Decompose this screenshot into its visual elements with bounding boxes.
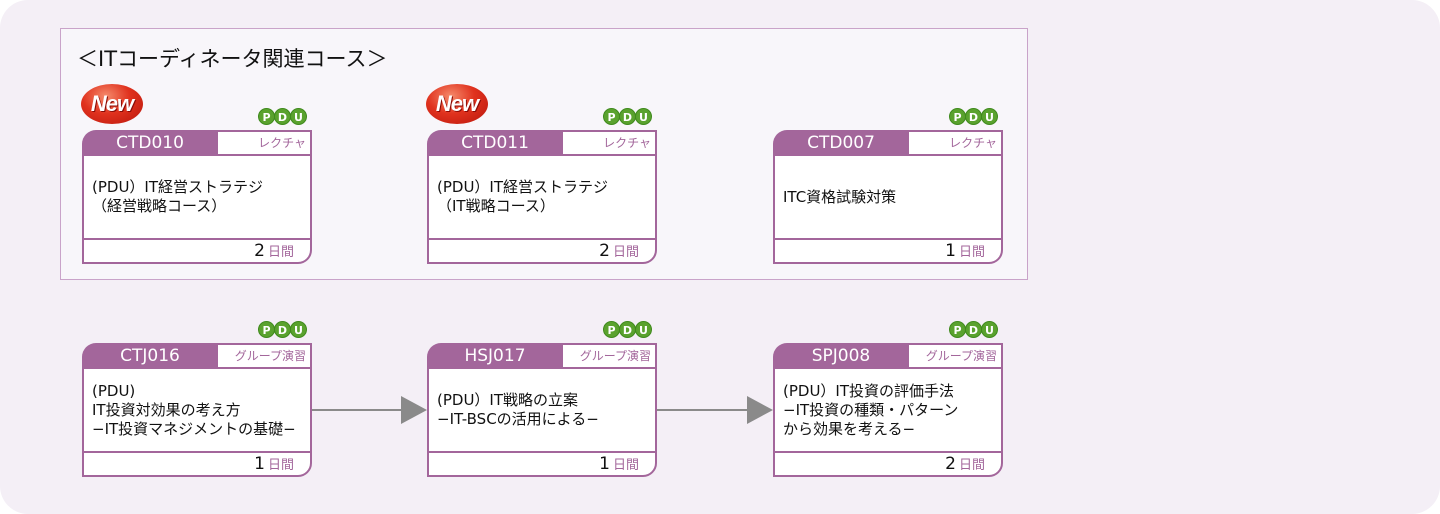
- card-footer: 2 日間: [82, 238, 312, 264]
- course-code: HSJ017: [464, 346, 526, 366]
- pdu-letter: P: [603, 108, 620, 125]
- card-footer: 2 日間: [427, 238, 657, 264]
- course-card-ctd007[interactable]: CTD007 レクチャ ITC資格試験対策 1 日間: [773, 130, 1003, 264]
- card-body: (PDU）IT経営ストラテジ （IT戦略コース）: [427, 156, 657, 238]
- days-unit: 日間: [958, 245, 985, 260]
- pdu-badge: PDU: [603, 321, 652, 338]
- pdu-letter: U: [635, 108, 652, 125]
- pdu-badge: PDU: [603, 108, 652, 125]
- course-card-hsj017[interactable]: HSJ017 グループ演習 (PDU）IT戦略の立案 −IT-BSCの活用による…: [427, 343, 657, 477]
- card-body: (PDU）IT経営ストラテジ （経営戦略コース）: [82, 156, 312, 238]
- pdu-letter: U: [290, 321, 307, 338]
- pdu-letter: U: [981, 108, 998, 125]
- pdu-badge: PDU: [949, 108, 998, 125]
- pdu-badge: PDU: [949, 321, 998, 338]
- arrow-head-icon: [747, 396, 773, 424]
- pdu-letter: D: [274, 321, 291, 338]
- pdu-letter: P: [258, 321, 275, 338]
- pdu-letter: P: [949, 321, 966, 338]
- course-days: 1: [599, 454, 610, 474]
- course-title: (PDU）IT投資の評価手法 −IT投資の種類・パターン から効果を考える−: [783, 381, 959, 438]
- new-badge: New: [426, 84, 488, 124]
- days-unit: 日間: [267, 458, 294, 473]
- course-type: グループ演習: [218, 345, 310, 367]
- card-footer: 1 日間: [427, 451, 657, 477]
- pdu-letter: D: [274, 108, 291, 125]
- course-type: レクチャ: [563, 132, 655, 154]
- course-code: CTD007: [807, 133, 875, 153]
- pdu-letter: U: [981, 321, 998, 338]
- flow-arrow: [657, 396, 773, 424]
- card-body: ITC資格試験対策: [773, 156, 1003, 238]
- course-type: レクチャ: [909, 132, 1001, 154]
- pdu-letter: D: [619, 108, 636, 125]
- pdu-letter: U: [290, 108, 307, 125]
- pdu-letter: D: [619, 321, 636, 338]
- arrow-line: [312, 409, 404, 411]
- card-footer: 1 日間: [773, 238, 1003, 264]
- pdu-letter: P: [949, 108, 966, 125]
- course-title: (PDU）IT経営ストラテジ （経営戦略コース）: [92, 178, 264, 215]
- course-title: ITC資格試験対策: [783, 187, 897, 206]
- days-unit: 日間: [612, 245, 639, 260]
- course-days: 1: [945, 241, 956, 261]
- course-days: 2: [599, 241, 610, 261]
- course-type: レクチャ: [218, 132, 310, 154]
- course-card-ctj016[interactable]: CTJ016 グループ演習 (PDU) IT投資対効果の考え方 −IT投資マネジ…: [82, 343, 312, 477]
- flow-arrow: [312, 396, 427, 424]
- group-title: ＜ITコーディネータ関連コース＞: [77, 47, 388, 71]
- pdu-badge: PDU: [258, 108, 307, 125]
- course-code: SPJ008: [811, 346, 871, 366]
- pdu-letter: P: [258, 108, 275, 125]
- pdu-letter: D: [965, 321, 982, 338]
- course-code: CTD010: [116, 133, 184, 153]
- pdu-letter: D: [965, 108, 982, 125]
- course-code: CTD011: [461, 133, 529, 153]
- arrow-line: [657, 409, 750, 411]
- course-title: (PDU）IT経営ストラテジ （IT戦略コース）: [437, 178, 609, 215]
- course-card-spj008[interactable]: SPJ008 グループ演習 (PDU）IT投資の評価手法 −IT投資の種類・パタ…: [773, 343, 1003, 477]
- course-days: 1: [254, 454, 265, 474]
- course-days: 2: [254, 241, 265, 261]
- days-unit: 日間: [958, 458, 985, 473]
- card-body: (PDU) IT投資対効果の考え方 −IT投資マネジメントの基礎−: [82, 369, 312, 451]
- course-card-ctd010[interactable]: CTD010 レクチャ (PDU）IT経営ストラテジ （経営戦略コース） 2 日間: [82, 130, 312, 264]
- pdu-letter: U: [635, 321, 652, 338]
- arrow-head-icon: [401, 396, 427, 424]
- days-unit: 日間: [267, 245, 294, 260]
- days-unit: 日間: [612, 458, 639, 473]
- course-type: グループ演習: [909, 345, 1001, 367]
- card-body: (PDU）IT戦略の立案 −IT-BSCの活用による−: [427, 369, 657, 451]
- pdu-letter: P: [603, 321, 620, 338]
- card-body: (PDU）IT投資の評価手法 −IT投資の種類・パターン から効果を考える−: [773, 369, 1003, 451]
- course-card-ctd011[interactable]: CTD011 レクチャ (PDU）IT経営ストラテジ （IT戦略コース） 2 日間: [427, 130, 657, 264]
- course-title: (PDU) IT投資対効果の考え方 −IT投資マネジメントの基礎−: [92, 381, 296, 438]
- course-days: 2: [945, 454, 956, 474]
- course-type: グループ演習: [563, 345, 655, 367]
- course-title: (PDU）IT戦略の立案 −IT-BSCの活用による−: [437, 391, 599, 428]
- card-footer: 1 日間: [82, 451, 312, 477]
- card-footer: 2 日間: [773, 451, 1003, 477]
- course-code: CTJ016: [120, 346, 180, 366]
- pdu-badge: PDU: [258, 321, 307, 338]
- new-badge: New: [81, 84, 143, 124]
